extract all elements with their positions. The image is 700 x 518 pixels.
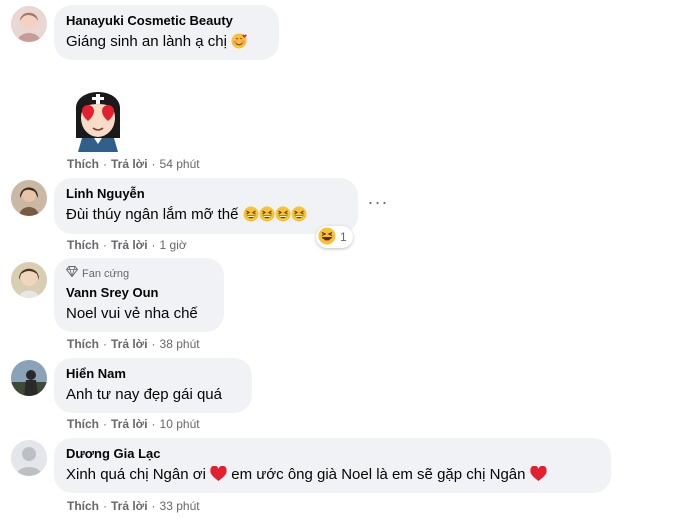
commenter-name[interactable]: Dương Gia Lạc	[66, 446, 599, 462]
haha-reaction-icon	[318, 227, 336, 248]
diamond-badge-icon	[65, 266, 79, 281]
comment-actions: Thích · Trả lời · 33 phút	[67, 499, 200, 513]
avatar[interactable]	[11, 262, 47, 298]
commenter-name[interactable]: Linh Nguyễn	[66, 186, 346, 202]
timestamp[interactable]: 1 giờ	[160, 238, 187, 252]
sticker-image[interactable]	[70, 80, 126, 152]
avatar[interactable]	[11, 6, 47, 42]
commenter-name[interactable]: Hiển Nam	[66, 366, 240, 382]
commenter-name[interactable]: Vann Srey Oun	[66, 285, 212, 301]
like-button[interactable]: Thích	[67, 499, 99, 513]
reply-button[interactable]: Trả lời	[111, 499, 148, 513]
avatar[interactable]	[11, 440, 47, 476]
reaction-summary[interactable]: 1	[316, 226, 353, 248]
timestamp[interactable]: 54 phút	[160, 157, 200, 171]
comment-bubble: Linh Nguyễn Đùi thúy ngân lắm mỡ thế	[54, 178, 358, 234]
timestamp[interactable]: 10 phút	[160, 417, 200, 431]
comment-bubble: Hiển Nam Anh tư nay đẹp gái quá	[54, 358, 252, 413]
like-button[interactable]: Thích	[67, 238, 99, 252]
comment-text: Noel vui vẻ nha chế	[66, 305, 198, 322]
timestamp[interactable]: 38 phút	[160, 337, 200, 351]
comment-actions: Thích · Trả lời · 38 phút	[67, 337, 200, 351]
smiling-face-with-hearts-icon	[231, 33, 247, 55]
grinning-squinting-face-icon	[291, 206, 307, 228]
comment-text: Giáng sinh an lành ạ chị	[66, 32, 267, 55]
like-button[interactable]: Thích	[67, 417, 99, 431]
reply-button[interactable]: Trả lời	[111, 238, 148, 252]
grinning-squinting-face-icon	[243, 206, 259, 228]
grinning-squinting-face-icon	[259, 206, 275, 228]
reaction-count: 1	[340, 230, 347, 244]
comment-actions: Thích · Trả lời · 54 phút	[67, 157, 200, 171]
comment-actions: Thích · Trả lời · 10 phút	[67, 417, 200, 431]
comment-bubble: Dương Gia Lạc Xinh quá chị Ngân ơi em ướ…	[54, 438, 611, 493]
timestamp[interactable]: 33 phút	[160, 499, 200, 513]
more-options-icon[interactable]: ···	[366, 193, 390, 216]
comment-bubble: Fan cứng Vann Srey Oun Noel vui vẻ nha c…	[54, 258, 224, 332]
like-button[interactable]: Thích	[67, 157, 99, 171]
red-heart-icon	[210, 465, 227, 488]
reply-button[interactable]: Trả lời	[111, 157, 148, 171]
commenter-name[interactable]: Hanayuki Cosmetic Beauty	[66, 13, 267, 29]
comment-text: Xinh quá chị Ngân ơi em ước ông già Noel…	[66, 465, 599, 488]
red-heart-icon	[530, 465, 547, 488]
grinning-squinting-face-icon	[275, 206, 291, 228]
comment-text: Anh tư nay đẹp gái quá	[66, 386, 222, 403]
comment-text: Đùi thúy ngân lắm mỡ thế	[66, 205, 346, 228]
reply-button[interactable]: Trả lời	[111, 417, 148, 431]
reply-button[interactable]: Trả lời	[111, 337, 148, 351]
avatar[interactable]	[11, 360, 47, 396]
comment-bubble: Hanayuki Cosmetic Beauty Giáng sinh an l…	[54, 5, 279, 60]
top-fan-badge[interactable]: Fan cứng	[65, 266, 212, 281]
like-button[interactable]: Thích	[67, 337, 99, 351]
avatar[interactable]	[11, 180, 47, 216]
comment-actions: Thích · Trả lời · 1 giờ	[67, 238, 187, 252]
